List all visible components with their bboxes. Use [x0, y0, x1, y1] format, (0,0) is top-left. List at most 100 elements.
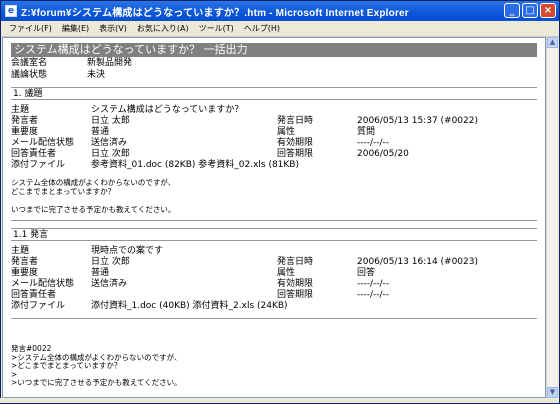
status-label: 議論状態: [11, 70, 48, 80]
topic-body: システム全体の構成がよくわからないのですが、 どこまでまとまっていますか？ いつまで…: [11, 178, 537, 214]
page-title: システム構成はどうなっていますか？ 一括出力: [11, 43, 537, 57]
meta-row: メール配信状態 送信済み 有効期限 ----/--/--: [11, 138, 537, 149]
meta-value: 2006/05/20: [357, 149, 409, 159]
meta-label: [277, 246, 357, 257]
meta-label: 重要度: [11, 268, 39, 278]
forum-page: システム構成はどうなっていますか？ 一括出力 会議室名 新製品開発 議論状態 未…: [11, 38, 537, 388]
window-title: Z:¥forum¥システム構成はどうなっていますか？.htm - Microso…: [21, 7, 409, 19]
meeting-value: 新製品開発: [87, 58, 133, 68]
meta-value: 日立 太郎: [91, 116, 130, 126]
menu-view[interactable]: 表示(V): [99, 23, 127, 34]
meta-label: 主題: [11, 105, 30, 115]
meta-value: 日立 次郎: [91, 149, 130, 159]
meta-label: 属性: [277, 268, 296, 278]
text-line: システム全体の構成がよくわからないのですが、: [11, 178, 176, 187]
text-line: [11, 196, 537, 205]
meta-label: 添付ファイル: [11, 160, 66, 170]
status-row: 議論状態 未決: [11, 69, 537, 81]
meta-label: [277, 160, 357, 171]
reply-meta-table: 主題 現時点での案です発言者 日立 次郎 発言日時 2006/05/13 16:14 (…: [11, 246, 537, 312]
vertical-scrollbar[interactable]: ▲ ▼: [546, 37, 558, 398]
meta-row: 添付ファイル 添付資料_1.doc (40KB) 添付資料_2.xls (24KB…: [11, 301, 537, 312]
meta-value: 現時点での案です: [91, 246, 164, 256]
window-controls: _ □ ×: [504, 3, 556, 18]
menu-favorites[interactable]: お気に入り(A): [137, 23, 189, 34]
menu-bar: ファイル(F) 編集(E) 表示(V) お気に入り(A) ツール(T) ヘルプ(…: [1, 21, 559, 37]
minimize-button[interactable]: _: [504, 3, 520, 18]
meta-label: 回答責任者: [11, 149, 57, 159]
meta-value: 2006/05/13 16:14 (#0023): [357, 257, 478, 267]
meta-value: 添付資料_1.doc (40KB) 添付資料_2.xls (24KB): [91, 301, 288, 311]
meta-value: 送信済み: [91, 138, 128, 148]
meta-label: 有効期限: [277, 279, 314, 289]
reply-quote: 発言#0022 >システム全体の構成がよくわからないのですが、 >どこまでまとまって…: [11, 344, 537, 388]
topic-section-heading: 1. 議題: [11, 87, 537, 100]
maximize-button[interactable]: □: [522, 3, 538, 18]
scroll-up-icon[interactable]: ▲: [547, 37, 558, 48]
text-line: どこまでまとまっていますか？: [11, 187, 116, 196]
menu-file[interactable]: ファイル(F): [9, 23, 52, 34]
meta-label: メール配信状態: [11, 279, 75, 289]
meta-label: 回答期限: [277, 290, 314, 300]
meta-label: 回答期限: [277, 149, 314, 159]
meta-label: 主題: [11, 246, 30, 256]
meta-value: [357, 301, 537, 312]
meta-row: 発言者 日立 次郎 発言日時 2006/05/13 16:14 (#0023): [11, 257, 537, 268]
title-bar[interactable]: e Z:¥forum¥システム構成はどうなっていますか？.htm - Micro…: [1, 1, 559, 21]
meta-value: [357, 160, 537, 171]
meta-value: [357, 105, 537, 116]
meta-row: 重要度 普通 属性 質問: [11, 127, 537, 138]
meta-value: ----/--/--: [357, 279, 390, 289]
meta-row: 主題 システム構成はどうなっていますか？: [11, 105, 537, 116]
menu-tools[interactable]: ツール(T): [199, 23, 234, 34]
meta-label: メール配信状態: [11, 138, 75, 148]
meta-row: 回答責任者 日立 次郎 回答期限 2006/05/20: [11, 149, 537, 160]
meta-label: 添付ファイル: [11, 301, 66, 311]
meta-value: 回答: [357, 268, 376, 278]
meta-label: [277, 301, 357, 312]
meta-row: 主題 現時点での案です: [11, 246, 537, 257]
meta-label: 回答責任者: [11, 290, 57, 300]
close-button[interactable]: ×: [540, 3, 556, 18]
meta-value: 送信済み: [91, 279, 128, 289]
scroll-down-icon[interactable]: ▼: [547, 387, 558, 398]
meta-value: 普通: [91, 268, 110, 278]
topic-meta-table: 主題 システム構成はどうなっていますか？ 発言者 日立 太郎 発言日時 2006/05/1…: [11, 105, 537, 171]
status-bar: [0, 398, 558, 403]
meta-label: 有効期限: [277, 138, 314, 148]
meta-row: 発言者 日立 太郎 発言日時 2006/05/13 15:37 (#0022): [11, 116, 537, 127]
meta-value: [91, 290, 277, 301]
divider: [11, 318, 537, 319]
meta-value: ----/--/--: [357, 290, 390, 300]
text-line: >いつまでに完了させる予定かも教えてください。: [11, 378, 182, 387]
meta-value: [357, 246, 537, 257]
meta-value: システム構成はどうなっていますか？: [91, 105, 244, 115]
meta-label: 属性: [277, 127, 296, 137]
meta-label: [277, 105, 357, 116]
ie-document-icon: e: [5, 5, 17, 17]
meeting-label: 会議室名: [11, 58, 48, 68]
meta-label: 重要度: [11, 127, 39, 137]
meta-value: ----/--/--: [357, 138, 390, 148]
meta-value: 普通: [91, 127, 110, 137]
meta-label: 発言者: [11, 116, 39, 126]
meta-value: 2006/05/13 15:37 (#0022): [357, 116, 478, 126]
meta-label: 発言日時: [277, 116, 314, 126]
meta-row: メール配信状態 送信済み 有効期限 ----/--/--: [11, 279, 537, 290]
meta-value: 質問: [357, 127, 376, 137]
meta-value: 日立 次郎: [91, 257, 130, 267]
meeting-row: 会議室名 新製品開発: [11, 57, 537, 69]
meta-row: 回答責任者 回答期限 ----/--/--: [11, 290, 537, 301]
meta-label: 発言日時: [277, 257, 314, 267]
meta-row: 重要度 普通 属性 回答: [11, 268, 537, 279]
meta-label: 発言者: [11, 257, 39, 267]
menu-help[interactable]: ヘルプ(H): [244, 23, 280, 34]
divider: [11, 220, 537, 221]
text-line: >どこまでまとまっていますか？: [11, 361, 122, 370]
status-value: 未決: [87, 70, 106, 80]
meta-value: 参考資料_01.doc (82KB) 参考資料_02.xls (81KB): [91, 160, 299, 170]
reply-section-heading: 1.1 発言: [11, 228, 537, 241]
menu-edit[interactable]: 編集(E): [62, 23, 89, 34]
text-line: いつまでに完了させる予定かも教えてください。: [11, 205, 176, 214]
meta-row: 添付ファイル 参考資料_01.doc (82KB) 参考資料_02.xls (81…: [11, 160, 537, 171]
